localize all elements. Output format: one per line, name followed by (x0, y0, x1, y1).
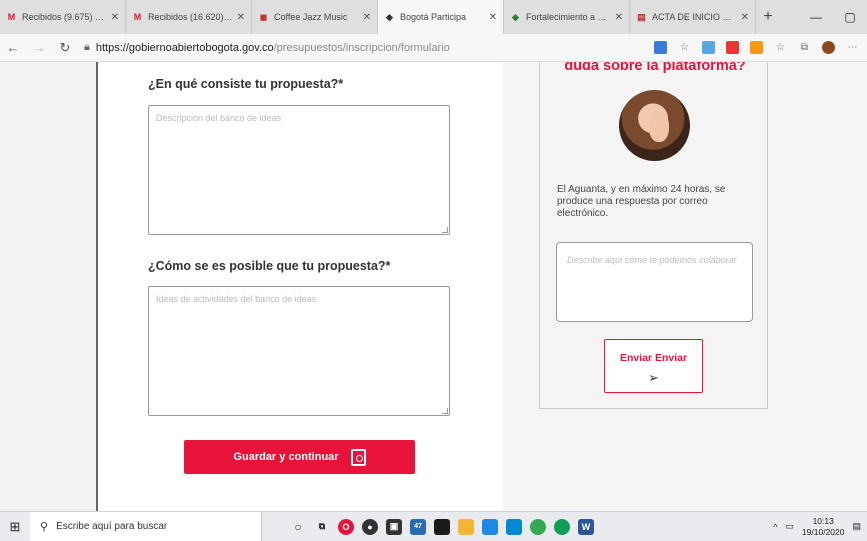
resize-grip-icon[interactable] (442, 227, 448, 233)
close-tab-icon[interactable]: ✕ (741, 12, 749, 23)
gmail-icon: M (7, 12, 16, 22)
close-tab-icon[interactable]: ✕ (363, 12, 371, 23)
tab-gmail-1[interactable]: M Recibidos (9.675) - lpa ✕ (0, 0, 126, 34)
close-tab-icon[interactable]: ✕ (489, 12, 497, 23)
new-tab-button[interactable]: + (756, 0, 780, 34)
cortana-icon[interactable]: ○ (290, 519, 306, 535)
tab-fortalecimiento[interactable]: ◆ Fortalecimiento a Loca ✕ (504, 0, 630, 34)
app-icon[interactable] (434, 518, 450, 535)
chrome-icon[interactable]: ● (362, 518, 378, 535)
send-button-label: Enviar Enviar (619, 352, 688, 364)
windows-taskbar: ⊞ ⚲ Escribe aquí para buscar ○ ⧉ O ● ▣ 4… (0, 511, 867, 541)
opera-icon[interactable]: O (338, 518, 354, 535)
left-gutter (0, 62, 98, 511)
support-agent-avatar (619, 90, 690, 161)
question-2-label: ¿Cómo se es posible que tu propuesta?* (148, 259, 391, 273)
tab-gmail-2[interactable]: M Recibidos (16.620) - Bl ✕ (126, 0, 252, 34)
browser-tab-strip: M Recibidos (9.675) - lpa ✕ M Recibidos … (0, 0, 867, 34)
close-tab-icon[interactable]: ✕ (237, 12, 245, 23)
proposal-feasibility-textarea[interactable]: Ideas de actividades del banco de ideas (148, 286, 450, 416)
question-1-label: ¿En qué consiste tu propuesta?* (148, 77, 344, 91)
clock-date: 19/10/2020 (801, 526, 845, 537)
save-and-continue-button[interactable]: Guardar y continuar (184, 440, 415, 474)
more-menu-icon[interactable]: ⋯ (846, 41, 859, 54)
back-button[interactable]: ← (0, 40, 26, 55)
forward-button[interactable]: → (26, 40, 52, 55)
tab-bogota-participa[interactable]: ◆ Bogotá Participa ✕ (378, 0, 504, 34)
star-icon[interactable]: ☆ (678, 41, 691, 54)
proposal-description-textarea[interactable]: Descripción del banco de ideas (148, 105, 450, 235)
tab-title: Coffee Jazz Music (274, 12, 348, 22)
page-content: ¿En qué consiste tu propuesta?* Descripc… (0, 62, 867, 511)
send-button[interactable]: Enviar Enviar ➢ (604, 339, 703, 393)
tab-acta-inicio[interactable]: ▤ ACTA DE INICIO CPS 5 ✕ (630, 0, 756, 34)
address-bar: ← → ↻ 🔒︎ https://gobiernoabiertobogota.g… (0, 34, 867, 62)
file-explorer-icon[interactable] (458, 518, 474, 535)
help-card-title: duda sobre la plataforma? (564, 62, 746, 74)
extension-icon[interactable] (654, 41, 667, 54)
extension-icon[interactable] (702, 41, 715, 54)
tab-title: ACTA DE INICIO CPS 5 (652, 12, 737, 22)
video-icon: ◼ (259, 11, 268, 22)
network-icon[interactable]: ▭ (785, 521, 794, 532)
tab-title: Recibidos (9.675) - lpa (22, 12, 107, 22)
close-tab-icon[interactable]: ✕ (615, 12, 623, 23)
help-description: El Aguanta, y en máximo 24 horas, se pro… (557, 184, 726, 219)
mail-badge: 47 (414, 523, 422, 530)
pdf-icon: ▤ (637, 11, 646, 22)
lock-icon: 🔒︎ (84, 41, 90, 53)
tab-title: Recibidos (16.620) - Bl (148, 12, 233, 22)
close-tab-icon[interactable]: ✕ (111, 12, 119, 23)
paper-plane-icon: ➢ (648, 370, 659, 385)
help-message-textarea[interactable]: Describe aquí cómo te podemos colaborar (556, 242, 753, 322)
extension-icon[interactable] (726, 41, 739, 54)
taskbar-search-input[interactable]: ⚲ Escribe aquí para buscar (30, 511, 262, 541)
url-path: /presupuestos/inscripcion/formulario (273, 41, 450, 54)
gmail-icon: M (133, 12, 142, 22)
url-field[interactable]: 🔒︎ https://gobiernoabiertobogota.gov.co /… (84, 41, 554, 54)
profile-avatar-icon[interactable] (822, 41, 835, 54)
tab-title: Bogotá Participa (400, 12, 467, 22)
word-icon[interactable]: W (578, 518, 594, 535)
refresh-button[interactable]: ↻ (52, 40, 78, 56)
proposal-feasibility-placeholder: Ideas de actividades del banco de ideas (156, 294, 317, 304)
app-icon[interactable] (506, 518, 522, 535)
favorites-icon[interactable]: ☆ (774, 41, 787, 54)
chrome-icon[interactable] (530, 518, 546, 535)
tab-title: Fortalecimiento a Loca (526, 12, 611, 22)
windows-start-icon[interactable]: ⊞ (0, 519, 30, 535)
tab-coffee-jazz[interactable]: ◼ Coffee Jazz Music ✕ (252, 0, 378, 34)
save-and-continue-label: Guardar y continuar (233, 451, 339, 463)
leaf-icon: ◆ (512, 11, 519, 22)
extension-icon[interactable] (750, 41, 763, 54)
photos-icon[interactable] (482, 518, 498, 535)
resize-grip-icon[interactable] (442, 408, 448, 414)
taskbar-search-placeholder: Escribe aquí para buscar (56, 521, 168, 532)
tray-chevron-icon[interactable]: ^ (773, 522, 777, 532)
search-icon: ⚲ (40, 521, 49, 533)
clock[interactable]: 10:13 19/10/2020 (802, 516, 845, 538)
minimize-button[interactable]: — (799, 0, 833, 34)
notifications-icon[interactable]: ▤ (852, 521, 861, 532)
task-view-icon[interactable]: ⧉ (314, 519, 330, 535)
url-host: https://gobiernoabiertobogota.gov.co (95, 41, 274, 54)
collections-icon[interactable]: ⧉ (798, 41, 811, 54)
help-message-placeholder: Describe aquí cómo te podemos colaborar (567, 255, 737, 265)
maximize-button[interactable]: ▢ (833, 0, 867, 34)
proposal-description-placeholder: Descripción del banco de ideas (156, 113, 282, 123)
store-icon[interactable]: ▣ (386, 518, 402, 535)
save-icon (350, 448, 366, 466)
mail-icon[interactable]: 47 (410, 518, 426, 535)
clock-time: 10:13 (812, 515, 834, 526)
edge-icon[interactable] (554, 518, 570, 535)
shield-icon: ◆ (386, 11, 393, 22)
